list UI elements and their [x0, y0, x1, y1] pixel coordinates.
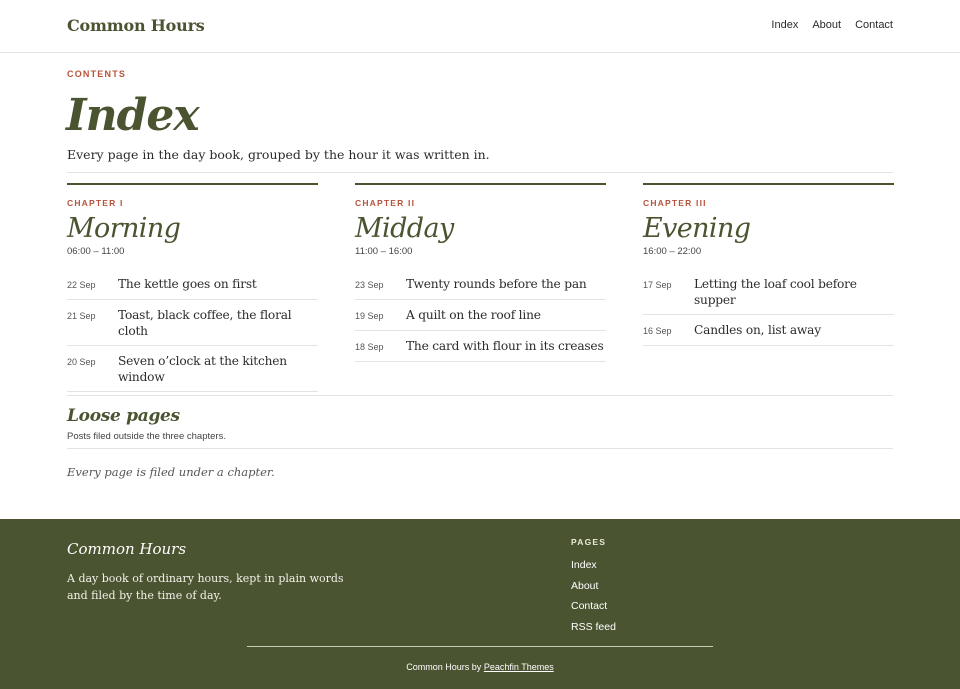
- chapter-title: Evening: [643, 213, 751, 244]
- footer-pages-heading: PAGES: [571, 537, 607, 547]
- post-list: 22 Sep The kettle goes on first 21 Sep T…: [67, 269, 318, 392]
- footer-description: A day book of ordinary hours, kept in pl…: [67, 572, 344, 602]
- site-header: Common Hours Index About Contact: [0, 0, 960, 53]
- post-date: 19 Sep: [355, 311, 384, 321]
- footer-credit: Common Hours by Peachfin Themes: [0, 662, 960, 672]
- nav-link-index[interactable]: Index: [771, 19, 798, 31]
- footer-divider: [247, 646, 713, 647]
- nav-link-about[interactable]: About: [812, 19, 841, 31]
- post-date: 22 Sep: [67, 280, 96, 290]
- post-list: 23 Sep Twenty rounds before the pan 19 S…: [355, 269, 606, 362]
- post-link[interactable]: Letting the loaf cool before supper: [694, 276, 894, 308]
- chapter-time-range: 16:00 – 22:00: [643, 246, 702, 257]
- post-link[interactable]: A quilt on the roof line: [406, 307, 541, 323]
- nav-link-contact[interactable]: Contact: [855, 19, 893, 31]
- post-date: 20 Sep: [67, 357, 96, 367]
- main-nav: Index About Contact: [771, 19, 893, 31]
- chapter-time-range: 11:00 – 16:00: [355, 246, 413, 257]
- divider: [67, 395, 893, 396]
- footer-link-rss[interactable]: RSS feed: [571, 621, 616, 642]
- chapter-evening: CHAPTER III Evening 16:00 – 22:00 17 Sep…: [643, 183, 894, 346]
- chapter-title: Morning: [67, 213, 181, 244]
- post-item: 22 Sep The kettle goes on first: [67, 269, 318, 300]
- loose-pages-note: Every page is filed under a chapter.: [67, 465, 275, 479]
- post-link[interactable]: The card with flour in its creases: [406, 338, 604, 354]
- post-item: 21 Sep Toast, black coffee, the floral c…: [67, 300, 318, 346]
- site-brand[interactable]: Common Hours: [67, 16, 205, 35]
- chapter-label: CHAPTER III: [643, 198, 707, 208]
- footer-link-contact[interactable]: Contact: [571, 600, 616, 621]
- divider: [67, 172, 893, 173]
- post-link[interactable]: Toast, black coffee, the floral cloth: [118, 307, 318, 339]
- post-date: 21 Sep: [67, 311, 96, 321]
- post-date: 16 Sep: [643, 326, 672, 336]
- footer-credit-link[interactable]: Peachfin Themes: [484, 662, 554, 672]
- post-link[interactable]: Seven o’clock at the kitchen window: [118, 353, 318, 385]
- post-item: 19 Sep A quilt on the roof line: [355, 300, 606, 331]
- divider: [67, 448, 893, 449]
- post-link[interactable]: The kettle goes on first: [118, 276, 257, 292]
- post-date: 23 Sep: [355, 280, 384, 290]
- footer-credit-text: Common Hours by: [406, 662, 482, 672]
- page-eyebrow: CONTENTS: [67, 69, 127, 79]
- chapter-morning: CHAPTER I Morning 06:00 – 11:00 22 Sep T…: [67, 183, 318, 392]
- post-item: 17 Sep Letting the loaf cool before supp…: [643, 269, 894, 315]
- page-title: Index: [66, 90, 200, 141]
- chapter-label: CHAPTER I: [67, 198, 124, 208]
- post-item: 20 Sep Seven o’clock at the kitchen wind…: [67, 346, 318, 392]
- loose-pages-title: Loose pages: [67, 406, 180, 426]
- site-footer: Common Hours A day book of ordinary hour…: [0, 519, 960, 689]
- page-lede: Every page in the day book, grouped by t…: [67, 147, 490, 162]
- chapter-title: Midday: [355, 213, 454, 244]
- chapter-time-range: 06:00 – 11:00: [67, 246, 125, 257]
- loose-pages-subtitle: Posts filed outside the three chapters.: [67, 431, 226, 442]
- post-item: 18 Sep The card with flour in its crease…: [355, 331, 606, 362]
- footer-nav: Index About Contact RSS feed: [571, 559, 616, 641]
- post-date: 18 Sep: [355, 342, 384, 352]
- post-date: 17 Sep: [643, 280, 672, 290]
- chapter-midday: CHAPTER II Midday 11:00 – 16:00 23 Sep T…: [355, 183, 606, 362]
- post-link[interactable]: Candles on, list away: [694, 322, 821, 338]
- footer-link-index[interactable]: Index: [571, 559, 616, 580]
- post-list: 17 Sep Letting the loaf cool before supp…: [643, 269, 894, 346]
- post-link[interactable]: Twenty rounds before the pan: [406, 276, 587, 292]
- post-item: 23 Sep Twenty rounds before the pan: [355, 269, 606, 300]
- post-item: 16 Sep Candles on, list away: [643, 315, 894, 346]
- footer-link-about[interactable]: About: [571, 580, 616, 601]
- chapter-label: CHAPTER II: [355, 198, 416, 208]
- footer-brand: Common Hours: [67, 540, 187, 558]
